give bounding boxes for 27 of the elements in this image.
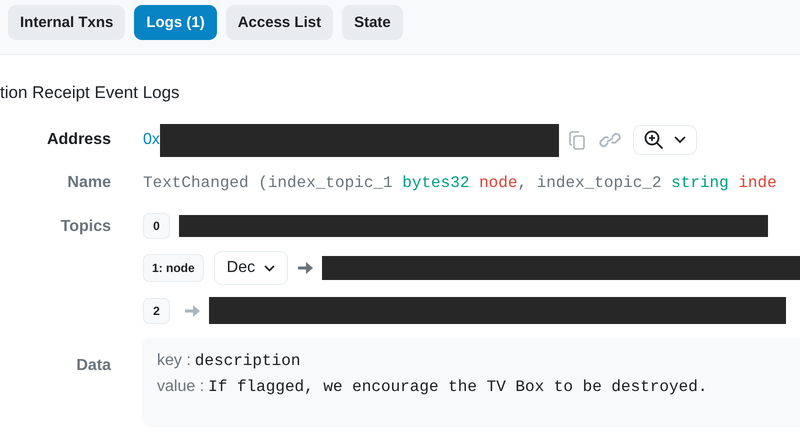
data-value: description <box>194 352 300 370</box>
tab[interactable]: Internal Txns <box>8 5 126 40</box>
tab[interactable]: Logs (1) <box>134 5 217 40</box>
arrow-icon <box>185 304 200 316</box>
zoom-in-icon <box>644 130 664 150</box>
field-label: Data <box>75 357 111 375</box>
chevron-down-icon <box>674 136 686 144</box>
decode-format-select[interactable]: Dec <box>214 251 288 285</box>
event-signature: TextChanged (index_topic_1 bytes32 node, index_topic_2 string inde <box>143 174 777 192</box>
link-icon[interactable] <box>598 132 621 148</box>
section-title: tion Receipt Event Logs <box>0 82 180 104</box>
zoom-dropdown-button[interactable] <box>632 125 697 155</box>
arrow-icon <box>298 262 314 274</box>
topic-index-badge: 0 <box>143 213 170 239</box>
topic-index-badge: 2 <box>143 298 170 324</box>
chevron-down-icon <box>264 264 276 272</box>
data-key-label: key : <box>157 352 191 370</box>
field-label: Address <box>46 131 111 149</box>
field-label: Name <box>66 174 111 192</box>
field-label: Topics <box>60 218 111 236</box>
copy-icon[interactable] <box>568 130 585 150</box>
data-value: If flagged, we encourage the TV Box to be destroyed. <box>208 378 708 396</box>
topic-index-badge: 1: node <box>143 254 204 282</box>
tab[interactable]: Access List <box>226 5 334 40</box>
address-link[interactable]: 0x <box>143 131 160 149</box>
data-key-label: value : <box>157 378 204 396</box>
tab[interactable]: State <box>342 5 403 40</box>
